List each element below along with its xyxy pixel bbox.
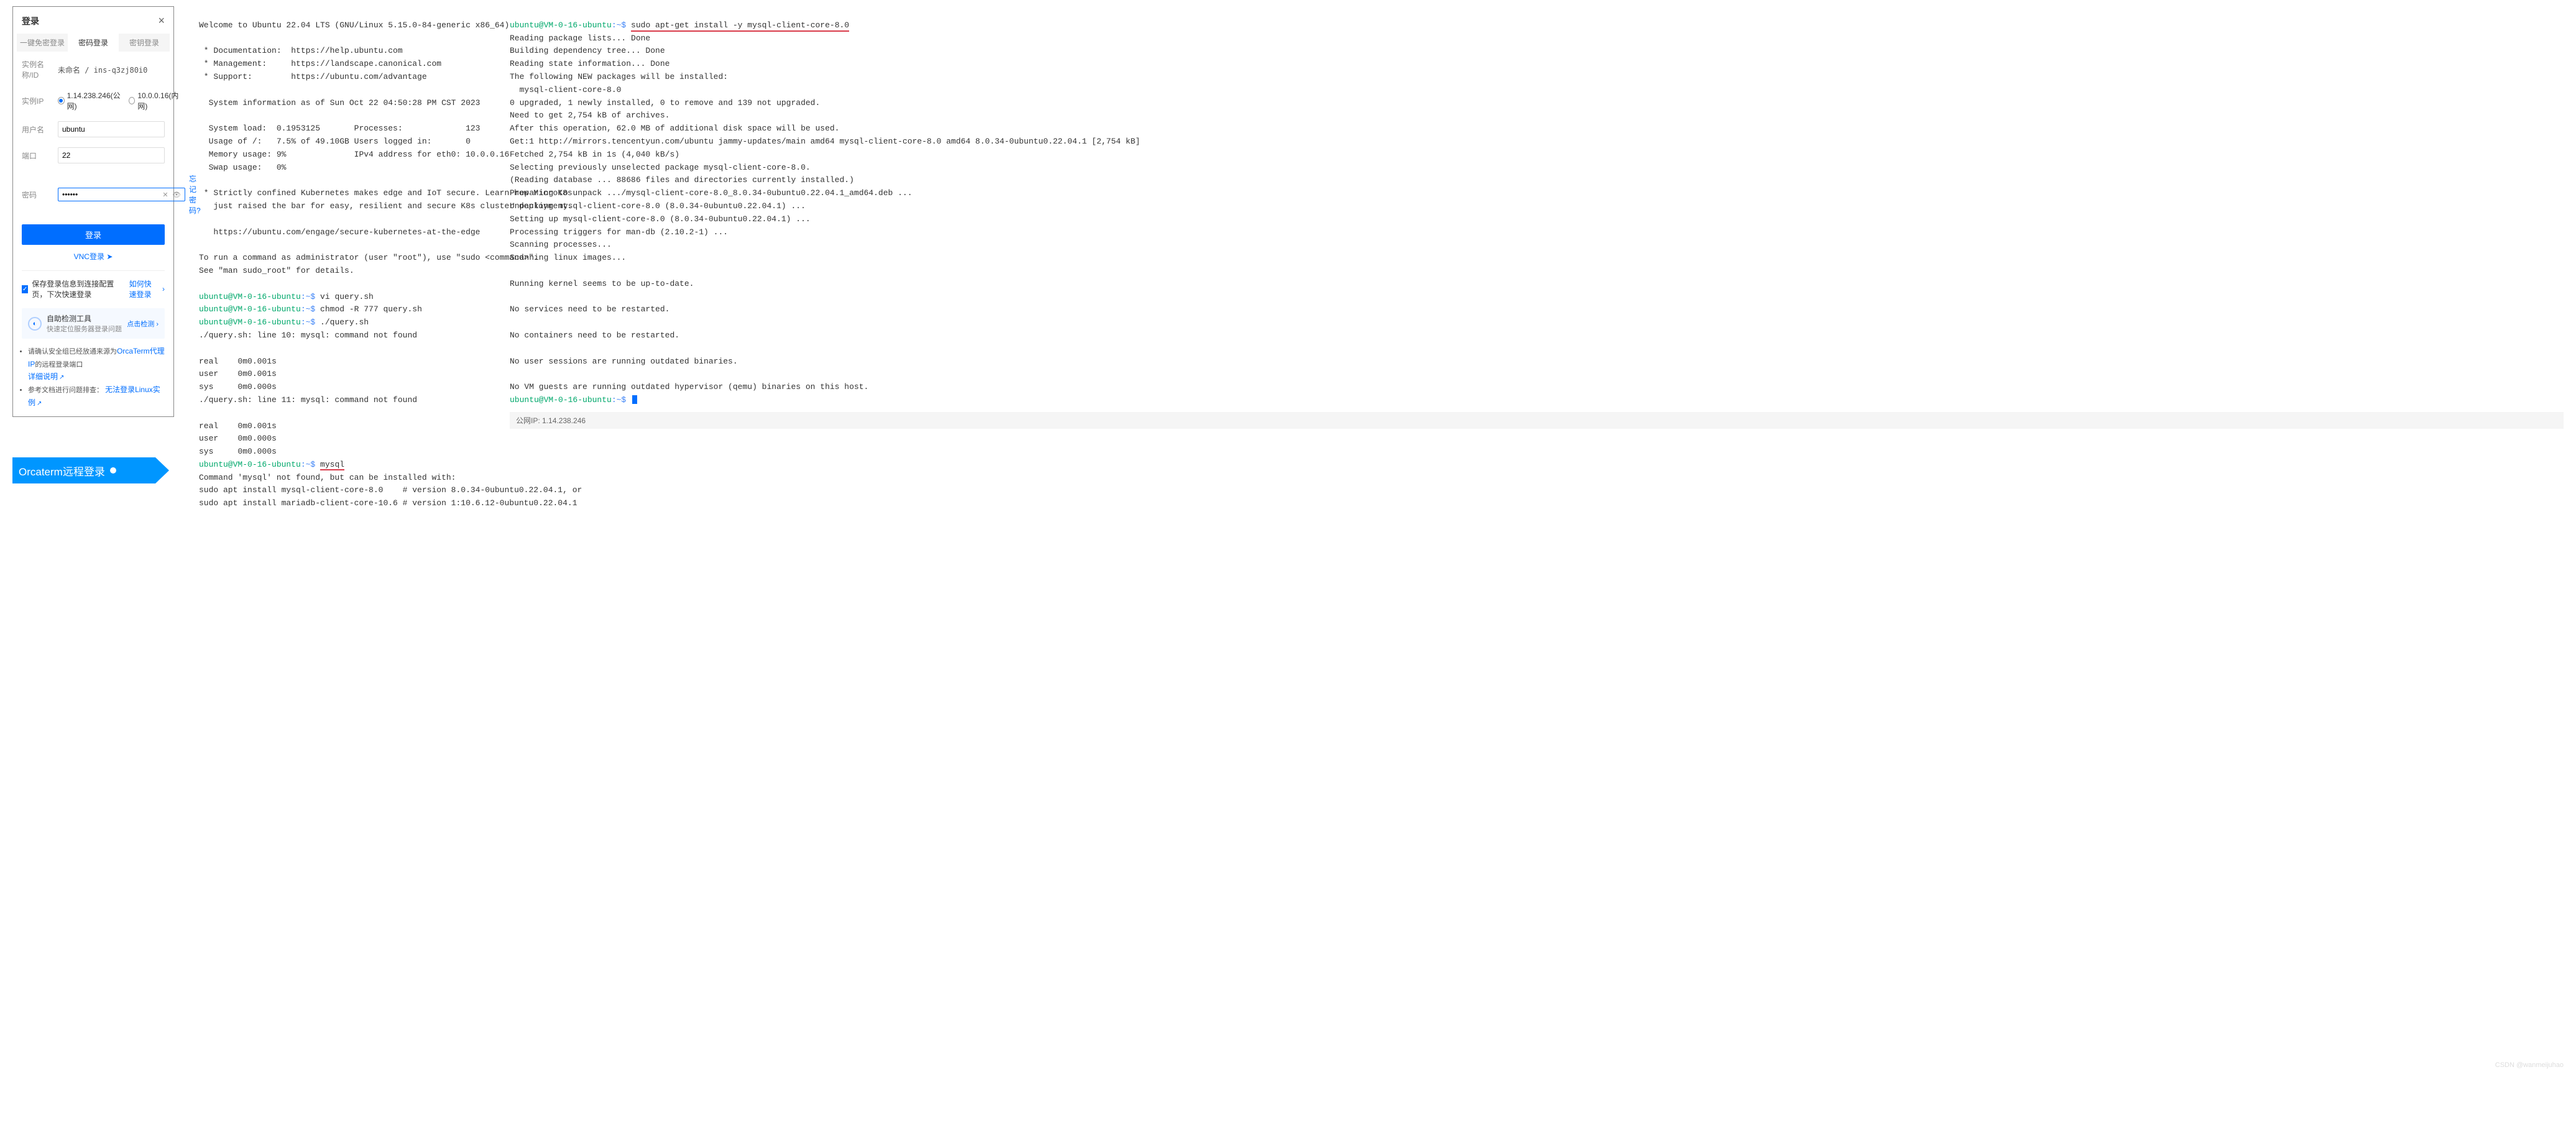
cursor-icon [632,395,637,404]
tab-password[interactable]: 密码登录 [68,34,119,52]
forgot-link[interactable]: 忘记密码? [189,173,201,216]
eye-icon[interactable]: 👁 [172,190,181,199]
terminal-right-wrap: ubuntu@VM-0-16-ubuntu:~$ sudo apt-get in… [510,6,2564,510]
status-bar: 公网IP: 1.14.238.246 [510,412,2564,429]
detect-title: 自助检测工具 [47,313,122,324]
detect-icon: ◐ [28,317,42,331]
quick-link[interactable]: 如何快速登录 [129,278,159,300]
pwd-label: 密码 [22,190,58,200]
login-title: 登录 [22,15,39,27]
ip-label: 实例IP [22,96,58,106]
ip-private-option[interactable]: 10.0.0.16(内网) [129,90,180,111]
radio-checked-icon [58,97,65,104]
login-button[interactable]: 登录 [22,224,165,245]
orcaterm-badge: Orcaterm远程登录 [12,457,174,483]
pwd-input[interactable] [62,190,159,199]
badge-dot-icon [110,467,116,474]
terminal-left[interactable]: Welcome to Ubuntu 22.04 LTS (GNU/Linux 5… [199,6,485,510]
bullet-secgroup: 请确认安全组已经放通来源为OrcaTerm代理IP的远程登录端口 详细说明↗ [28,345,165,383]
login-dialog: 登录 × 一键免密登录 密码登录 密钥登录 实例名称/ID 未命名 / ins-… [12,6,174,417]
vnc-link[interactable]: VNC登录 ➤ [74,252,113,261]
terminal-right[interactable]: ubuntu@VM-0-16-ubuntu:~$ sudo apt-get in… [510,6,2564,407]
detail-link[interactable]: 详细说明↗ [28,372,64,381]
radio-icon [129,97,135,104]
tab-keyless[interactable]: 一键免密登录 [17,34,68,52]
clear-icon[interactable]: ✕ [161,190,170,199]
remember-label: 保存登录信息到连接配置页，下次快速登录 [32,278,125,300]
detect-sub: 快速定位服务器登录问题 [47,324,122,334]
user-label: 用户名 [22,124,58,135]
instance-label: 实例名称/ID [22,59,58,80]
badge-arrow-icon [155,457,169,483]
port-input[interactable] [58,147,165,163]
detect-link[interactable]: 点击检测 › [127,319,159,329]
port-label: 端口 [22,150,58,161]
login-tabs: 一键免密登录 密码登录 密钥登录 [17,34,170,52]
ip-public-option[interactable]: 1.14.238.246(公网) [58,90,121,111]
user-input[interactable] [58,121,165,137]
remember-checkbox[interactable]: ✓ [22,285,28,293]
bullet-docs: 参考文档进行问题排查： 无法登录Linux实例↗ [28,383,165,409]
close-icon[interactable]: × [158,14,165,27]
instance-value: 未命名 / ins-q3zj80i0 [58,65,165,75]
watermark: CSDN @wanmeijuhao [2495,1061,2564,1069]
tab-keypair[interactable]: 密钥登录 [119,34,170,52]
